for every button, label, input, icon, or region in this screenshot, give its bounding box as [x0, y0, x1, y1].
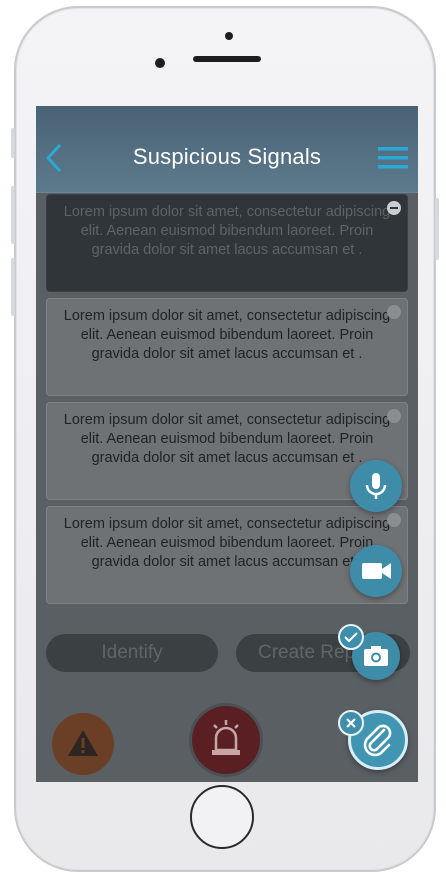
- volume-down-button: [11, 258, 15, 316]
- front-camera: [155, 58, 165, 68]
- alert-button[interactable]: [52, 713, 114, 775]
- signal-card[interactable]: Lorem ipsum dolor sit amet, consectetur …: [46, 298, 408, 396]
- signal-card[interactable]: Lorem ipsum dolor sit amet, consectetur …: [46, 194, 408, 292]
- hamburger-menu-icon[interactable]: [378, 146, 408, 170]
- warning-triangle-icon: [68, 730, 98, 756]
- select-radio[interactable]: [387, 409, 401, 423]
- check-icon: [344, 632, 358, 643]
- volume-up-button: [11, 186, 15, 244]
- navigation-bar: Suspicious Signals: [36, 106, 418, 193]
- mute-switch: [11, 128, 15, 158]
- signal-text: Lorem ipsum dolor sit amet, consectetur …: [63, 516, 391, 570]
- deselect-icon[interactable]: [387, 201, 401, 215]
- close-icon: [346, 718, 356, 728]
- front-sensor: [225, 32, 233, 40]
- photo-confirmed-badge[interactable]: [338, 624, 364, 650]
- emergency-siren-button[interactable]: [192, 706, 260, 774]
- home-button[interactable]: [190, 785, 254, 849]
- signal-text: Lorem ipsum dolor sit amet, consectetur …: [63, 204, 391, 258]
- record-video-button[interactable]: [350, 545, 402, 597]
- record-audio-button[interactable]: [350, 460, 402, 512]
- power-button: [435, 198, 439, 260]
- siren-icon: [212, 720, 240, 755]
- earpiece-speaker: [193, 56, 261, 62]
- page-title: Suspicious Signals: [132, 144, 322, 169]
- app-screen: Suspicious Signals Lorem ipsum dolor sit…: [36, 106, 418, 782]
- video-camera-icon: [362, 563, 391, 579]
- close-attachments-button[interactable]: [338, 710, 364, 736]
- identify-button[interactable]: Identify: [46, 634, 218, 672]
- select-radio[interactable]: [387, 305, 401, 319]
- signal-text: Lorem ipsum dolor sit amet, consectetur …: [63, 308, 391, 362]
- select-radio[interactable]: [387, 513, 401, 527]
- signal-text: Lorem ipsum dolor sit amet, consectetur …: [63, 412, 391, 466]
- microphone-icon: [365, 473, 387, 499]
